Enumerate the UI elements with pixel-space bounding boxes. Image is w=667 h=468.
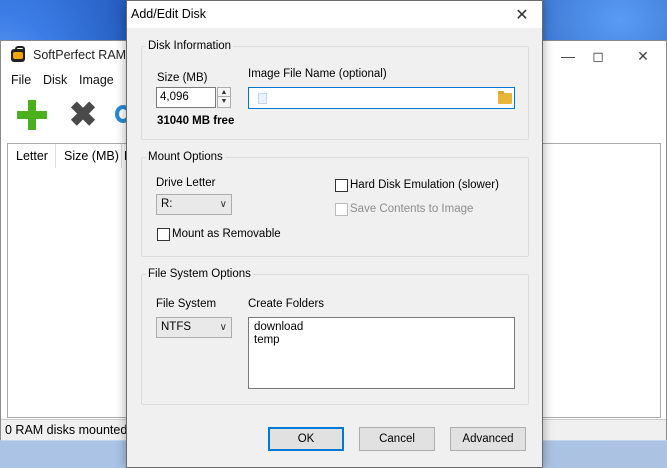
spin-down-icon[interactable]: ▼ xyxy=(218,97,230,106)
menu-disk[interactable]: Disk xyxy=(43,73,67,87)
hard-disk-emulation-label: Hard Disk Emulation (slower) xyxy=(350,179,499,191)
image-file-input[interactable] xyxy=(248,87,515,109)
save-contents-label: Save Contents to Image xyxy=(350,203,474,215)
chevron-down-icon: ∨ xyxy=(219,322,227,333)
size-label: Size (MB) xyxy=(157,72,208,84)
spin-up-icon[interactable]: ▲ xyxy=(218,88,230,97)
close-icon[interactable]: ✕ xyxy=(623,41,663,71)
ram-disk-app-icon xyxy=(11,46,25,62)
chevron-down-icon: ∨ xyxy=(219,199,227,210)
file-system-label: File System xyxy=(156,298,217,310)
size-spinner[interactable]: ▲ ▼ xyxy=(217,87,231,108)
cancel-button[interactable]: Cancel xyxy=(359,427,435,451)
ok-button[interactable]: OK xyxy=(268,427,344,451)
create-folders-label: Create Folders xyxy=(248,298,325,310)
mount-options-label: Mount Options xyxy=(146,151,225,163)
file-system-options-label: File System Options xyxy=(146,268,253,280)
folder-line: download xyxy=(254,321,304,333)
dialog-title: Add/Edit Disk xyxy=(131,7,207,21)
column-letter[interactable]: Letter xyxy=(8,144,56,168)
drive-letter-select[interactable]: R: ∨ xyxy=(156,194,232,215)
hard-disk-emulation-checkbox[interactable] xyxy=(335,179,348,192)
drive-letter-value: R: xyxy=(161,198,173,210)
mount-removable-checkbox[interactable] xyxy=(157,228,170,241)
add-edit-disk-dialog: Add/Edit Disk ✕ Disk Information Size (M… xyxy=(126,0,543,468)
disk-information-label: Disk Information xyxy=(146,40,234,52)
status-text: 0 RAM disks mounted xyxy=(5,423,128,437)
column-size[interactable]: Size (MB) xyxy=(56,144,122,168)
advanced-button[interactable]: Advanced xyxy=(450,427,526,451)
file-icon xyxy=(258,93,267,104)
menu-file[interactable]: File xyxy=(11,73,31,87)
create-folders-textarea[interactable]: download temp xyxy=(248,317,515,389)
browse-folder-icon[interactable] xyxy=(498,91,512,104)
file-system-select[interactable]: NTFS ∨ xyxy=(156,317,232,338)
free-space-text: 31040 MB free xyxy=(157,115,235,127)
dialog-close-icon[interactable]: ✕ xyxy=(502,1,542,28)
drive-letter-label: Drive Letter xyxy=(156,177,216,189)
file-system-value: NTFS xyxy=(161,321,192,333)
remove-disk-icon[interactable]: ✖ xyxy=(67,98,99,132)
add-disk-icon[interactable] xyxy=(17,100,47,130)
save-contents-checkbox[interactable] xyxy=(335,203,348,216)
menu-image[interactable]: Image xyxy=(79,73,114,87)
image-file-label: Image File Name (optional) xyxy=(248,68,387,80)
dialog-titlebar: Add/Edit Disk ✕ xyxy=(127,1,542,28)
maximize-icon[interactable]: ◻ xyxy=(578,41,618,71)
mount-removable-label: Mount as Removable xyxy=(172,228,281,240)
folder-line: temp xyxy=(254,334,280,346)
size-input[interactable]: 4,096 xyxy=(156,87,216,108)
menu-bar: File Disk Image xyxy=(1,71,131,91)
main-window-title: SoftPerfect RAM D xyxy=(33,48,139,62)
